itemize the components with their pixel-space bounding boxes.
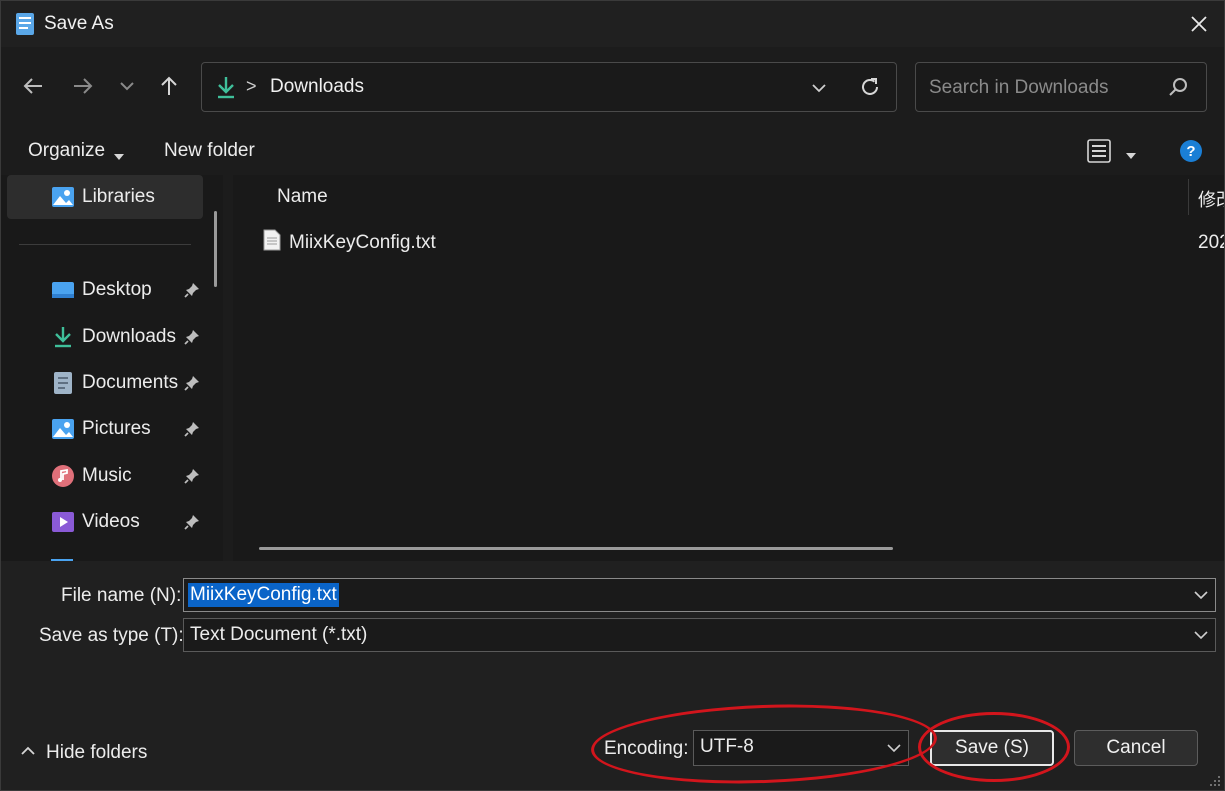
- pin-icon[interactable]: [183, 281, 201, 299]
- sidebar-item-downloads[interactable]: Downloads: [7, 315, 203, 359]
- sidebar-item-label: Libraries: [82, 186, 155, 207]
- horizontal-scrollbar[interactable]: [259, 547, 893, 550]
- pictures-icon: [51, 418, 75, 440]
- list-item[interactable]: MiixKeyConfig.txt 202: [255, 223, 1224, 259]
- chevron-up-icon[interactable]: [21, 743, 35, 761]
- search-placeholder: Search in Downloads: [929, 77, 1109, 98]
- save-button[interactable]: Save (S): [930, 730, 1054, 766]
- resize-grip-icon[interactable]: [1208, 774, 1222, 790]
- column-header-name[interactable]: Name: [277, 186, 328, 208]
- sidebar-item-label: Downloads: [82, 326, 176, 347]
- encoding-label: Encoding:: [604, 738, 689, 759]
- title-bar: Save As: [1, 1, 1224, 47]
- new-folder-button[interactable]: New folder: [164, 140, 255, 162]
- file-name-field[interactable]: MiixKeyConfig.txt: [183, 578, 1216, 612]
- chevron-down-icon[interactable]: [1193, 587, 1209, 603]
- window-title: Save As: [44, 13, 114, 34]
- notepad-icon: [15, 12, 35, 36]
- search-input[interactable]: Search in Downloads: [915, 62, 1207, 112]
- breadcrumb-downloads[interactable]: Downloads: [270, 76, 364, 98]
- pin-icon[interactable]: [183, 513, 201, 531]
- chevron-down-icon[interactable]: [1193, 627, 1209, 643]
- save-type-label: Save as type (T):: [39, 625, 184, 646]
- desktop-icon: [51, 279, 75, 301]
- pin-icon[interactable]: [183, 420, 201, 438]
- help-icon[interactable]: ?: [1179, 139, 1203, 168]
- sidebar-divider: [19, 244, 191, 245]
- libraries-icon: [51, 186, 75, 208]
- text-file-icon: [263, 229, 281, 256]
- sidebar-item-videos[interactable]: Videos: [7, 500, 203, 544]
- sidebar-item-label: Documents: [82, 372, 179, 393]
- sidebar-item-label: Pictures: [82, 418, 151, 439]
- download-icon: [215, 75, 237, 104]
- navigation-pane: Libraries Desktop Downloads Documents Pi…: [1, 175, 223, 561]
- sidebar-item-label: Music: [82, 465, 132, 486]
- address-bar[interactable]: > Downloads: [201, 62, 897, 112]
- hide-folders-button[interactable]: Hide folders: [46, 742, 147, 764]
- refresh-icon[interactable]: [859, 76, 881, 103]
- arrow-left-icon[interactable]: [18, 71, 48, 101]
- save-type-select[interactable]: Text Document (*.txt): [183, 618, 1216, 652]
- sidebar-item-pictures[interactable]: Pictures: [7, 407, 203, 451]
- organize-button[interactable]: Organize: [28, 140, 105, 162]
- music-icon: [51, 465, 75, 487]
- column-header-modified[interactable]: 修改: [1198, 186, 1224, 212]
- file-name-value: MiixKeyConfig.txt: [188, 583, 339, 607]
- file-list: Name 修改 MiixKeyConfig.txt 202: [233, 175, 1224, 561]
- file-name-label: File name (N):: [61, 585, 182, 606]
- sidebar-item-documents[interactable]: Documents: [7, 361, 203, 405]
- chevron-down-icon[interactable]: [886, 740, 902, 756]
- pin-icon[interactable]: [183, 328, 201, 346]
- cancel-button[interactable]: Cancel: [1074, 730, 1198, 766]
- breadcrumb-separator: >: [246, 76, 257, 96]
- pin-icon[interactable]: [183, 374, 201, 392]
- svg-text:?: ?: [1186, 143, 1195, 160]
- encoding-select[interactable]: UTF-8: [693, 730, 909, 766]
- close-icon[interactable]: [1174, 1, 1224, 47]
- caret-down-icon[interactable]: [1125, 147, 1137, 165]
- pin-icon[interactable]: [183, 467, 201, 485]
- file-name: MiixKeyConfig.txt: [289, 232, 436, 253]
- sidebar-item-libraries[interactable]: Libraries: [7, 175, 203, 219]
- save-as-dialog: Save As > Downloads Search in Downloads: [0, 0, 1225, 791]
- arrow-right-icon[interactable]: [68, 71, 98, 101]
- chevron-down-icon[interactable]: [112, 71, 142, 101]
- videos-icon: [51, 511, 75, 533]
- sidebar-item-music[interactable]: Music: [7, 454, 203, 498]
- arrow-up-icon[interactable]: [154, 71, 184, 101]
- sidebar-item-desktop[interactable]: Desktop: [7, 268, 203, 312]
- save-type-value: Text Document (*.txt): [190, 624, 368, 645]
- sidebar-item-label: Videos: [82, 511, 140, 532]
- view-list-icon[interactable]: [1087, 139, 1113, 168]
- column-separator[interactable]: [1188, 179, 1189, 215]
- sidebar-item-label: Desktop: [82, 279, 152, 300]
- file-modified: 202: [1198, 232, 1224, 253]
- caret-down-icon: [113, 148, 125, 166]
- download-icon: [51, 326, 75, 348]
- encoding-value: UTF-8: [700, 736, 754, 757]
- chevron-down-icon[interactable]: [812, 80, 826, 98]
- search-icon[interactable]: [1168, 77, 1188, 102]
- documents-icon: [51, 372, 75, 394]
- sidebar-scrollbar[interactable]: [214, 211, 217, 287]
